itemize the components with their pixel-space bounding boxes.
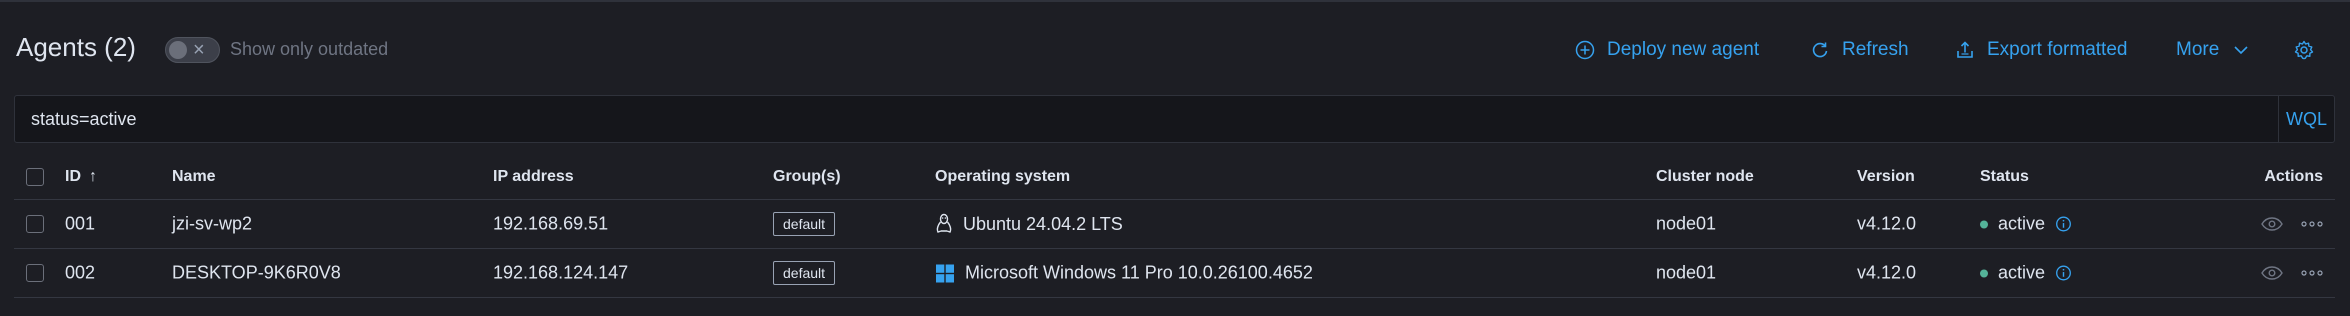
refresh-icon bbox=[1812, 42, 1828, 58]
agent-version: v4.12.0 bbox=[1857, 213, 1917, 234]
status-dot bbox=[1980, 269, 1988, 277]
row-checkbox[interactable] bbox=[26, 215, 44, 233]
export-formatted-button[interactable]: Export formatted bbox=[1955, 36, 2127, 64]
settings-button[interactable] bbox=[2294, 36, 2314, 64]
agent-os-label: Microsoft Windows 11 Pro 10.0.26100.4652 bbox=[965, 262, 1313, 283]
agents-table: ID ↑ Name IP address Group(s) Operating s… bbox=[14, 154, 2335, 298]
agent-version: v4.12.0 bbox=[1857, 262, 1917, 283]
export-icon bbox=[1957, 41, 1973, 58]
agent-status: active bbox=[1980, 214, 2072, 235]
select-all-checkbox[interactable] bbox=[26, 167, 44, 186]
refresh-button[interactable]: Refresh bbox=[1810, 36, 1909, 64]
sort-ascending-icon: ↑ bbox=[89, 167, 97, 185]
agent-group: default bbox=[773, 212, 836, 236]
info-icon[interactable] bbox=[2055, 216, 2072, 233]
refresh-label: Refresh bbox=[1842, 39, 1909, 60]
show-outdated-toggle[interactable]: × bbox=[165, 37, 220, 63]
more-actions-icon[interactable] bbox=[2301, 270, 2323, 276]
column-header-version[interactable]: Version bbox=[1857, 168, 1915, 186]
column-header-id[interactable]: ID ↑ bbox=[65, 168, 97, 186]
page-title: Agents (2) bbox=[16, 32, 136, 62]
column-header-id-label: ID bbox=[65, 167, 81, 185]
windows-icon bbox=[936, 264, 954, 282]
more-actions-icon[interactable] bbox=[2301, 221, 2323, 227]
agent-os: Ubuntu 24.04.2 LTS bbox=[935, 213, 1123, 235]
column-header-groups[interactable]: Group(s) bbox=[773, 168, 841, 186]
deploy-agent-button[interactable]: Deploy new agent bbox=[1575, 36, 1759, 64]
column-header-ip[interactable]: IP address bbox=[493, 168, 574, 186]
agent-id: 001 bbox=[65, 213, 96, 234]
group-badge[interactable]: default bbox=[773, 212, 836, 236]
agents-header: Agents (2) × Show only outdated Deploy n… bbox=[0, 2, 2350, 94]
agent-status: active bbox=[1980, 263, 2072, 284]
export-label: Export formatted bbox=[1987, 39, 2128, 60]
wql-language-button[interactable]: WQL bbox=[2278, 96, 2334, 142]
agent-ip: 192.168.69.51 bbox=[493, 213, 609, 234]
more-label: More bbox=[2176, 39, 2220, 60]
agent-name: DESKTOP-9K6R0V8 bbox=[172, 262, 341, 283]
status-dot bbox=[1980, 220, 1988, 228]
table-row[interactable]: 002 DESKTOP-9K6R0V8 192.168.124.147 defa… bbox=[14, 249, 2335, 298]
agent-cluster-node: node01 bbox=[1656, 213, 1717, 234]
search-bar[interactable]: status=active WQL bbox=[14, 95, 2335, 143]
deploy-agent-label: Deploy new agent bbox=[1607, 39, 1760, 60]
agent-os-label: Ubuntu 24.04.2 LTS bbox=[963, 213, 1123, 234]
toggle-off-icon: × bbox=[193, 39, 205, 61]
search-input[interactable]: status=active bbox=[31, 109, 137, 130]
status-label: active bbox=[1998, 262, 2046, 283]
gear-icon bbox=[2294, 40, 2314, 60]
status-label: active bbox=[1998, 213, 2046, 234]
show-outdated-label: Show only outdated bbox=[230, 39, 389, 59]
agent-os: Microsoft Windows 11 Pro 10.0.26100.4652 bbox=[935, 263, 1313, 284]
table-header-row: ID ↑ Name IP address Group(s) Operating s… bbox=[14, 154, 2335, 200]
toggle-knob bbox=[169, 41, 187, 59]
agent-id: 002 bbox=[65, 262, 96, 283]
row-actions bbox=[2261, 266, 2323, 280]
column-header-actions: Actions bbox=[2264, 167, 2323, 185]
chevron-down-icon bbox=[2234, 46, 2248, 55]
plus-circle-icon bbox=[1575, 40, 1595, 60]
column-header-name[interactable]: Name bbox=[172, 168, 216, 186]
linux-icon bbox=[936, 213, 952, 233]
info-icon[interactable] bbox=[2055, 265, 2072, 282]
agents-panel: Agents (2) × Show only outdated Deploy n… bbox=[0, 0, 2350, 316]
table-row[interactable]: 001 jzi-sv-wp2 192.168.69.51 default Ubu… bbox=[14, 200, 2335, 249]
column-header-os[interactable]: Operating system bbox=[935, 168, 1070, 186]
eye-icon[interactable] bbox=[2261, 266, 2283, 280]
agent-ip: 192.168.124.147 bbox=[493, 262, 629, 283]
more-menu-button[interactable]: More bbox=[2176, 36, 2251, 64]
agent-name: jzi-sv-wp2 bbox=[172, 213, 253, 234]
eye-icon[interactable] bbox=[2261, 217, 2283, 231]
row-checkbox[interactable] bbox=[26, 264, 44, 282]
column-header-cluster-node[interactable]: Cluster node bbox=[1656, 168, 1754, 186]
agent-group: default bbox=[773, 261, 836, 285]
row-actions bbox=[2261, 217, 2323, 231]
agent-cluster-node: node01 bbox=[1656, 262, 1717, 283]
column-header-status[interactable]: Status bbox=[1980, 168, 2029, 186]
group-badge[interactable]: default bbox=[773, 261, 836, 285]
